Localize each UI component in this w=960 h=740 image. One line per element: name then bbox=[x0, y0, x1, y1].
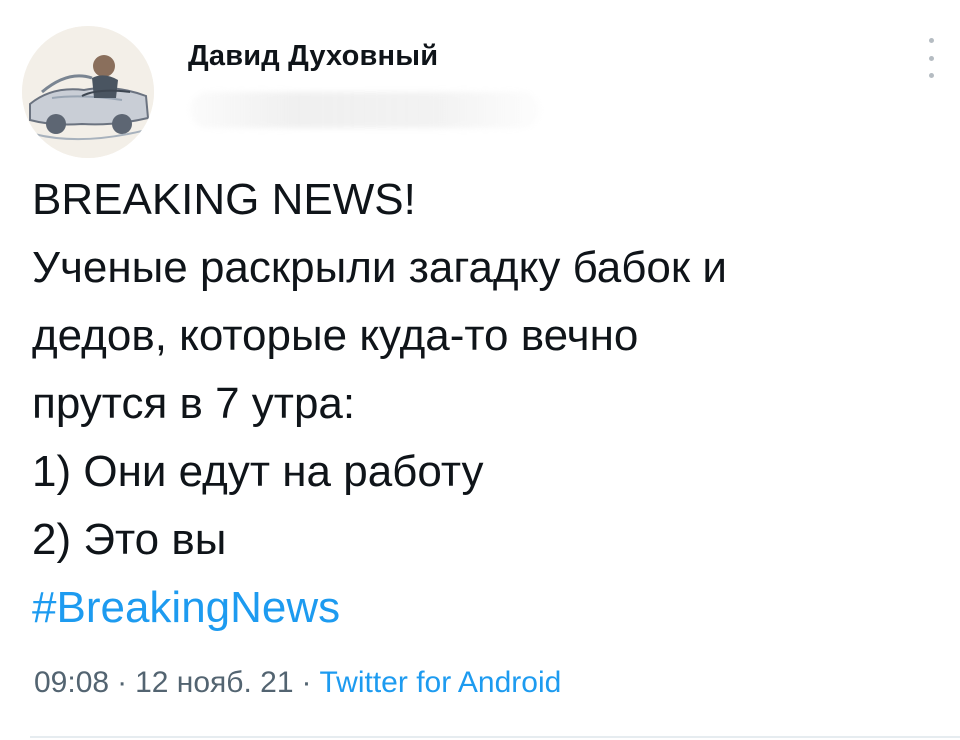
divider bbox=[30, 736, 960, 738]
tweet-text: BREAKING NEWS! Ученые раскрыли загадку б… bbox=[32, 166, 932, 642]
tweet-line: прутся в 7 утра: bbox=[32, 379, 356, 428]
tweet-line: 1) Они едут на работу bbox=[32, 447, 484, 496]
meta-separator: · bbox=[301, 666, 312, 699]
tweet-line: Ученые раскрыли загадку бабок и bbox=[32, 243, 727, 292]
tweet-time: 09:08 bbox=[34, 666, 110, 699]
dot bbox=[928, 73, 934, 78]
avatar[interactable] bbox=[22, 26, 154, 158]
tweet-meta: 09:08 · 12 нояб. 21 · Twitter for Android bbox=[34, 666, 561, 700]
tweet-line: 2) Это вы bbox=[32, 515, 227, 564]
tweet-line: BREAKING NEWS! bbox=[32, 175, 416, 224]
tweet-date: 12 нояб. 21 bbox=[135, 666, 294, 699]
dot bbox=[928, 55, 934, 61]
hashtag-link[interactable]: #BreakingNews bbox=[32, 574, 932, 642]
source-link[interactable]: Twitter for Android bbox=[320, 666, 562, 699]
tweet-card[interactable]: Давид Духовный BREAKING NEWS! Ученые рас… bbox=[0, 0, 960, 740]
author-name[interactable]: Давид Духовный bbox=[188, 40, 438, 73]
author-handle-redacted bbox=[190, 92, 540, 128]
meta-separator: · bbox=[117, 666, 128, 699]
dot bbox=[928, 38, 934, 43]
tweet-line: дедов, которые куда-то вечно bbox=[32, 311, 639, 360]
more-vertical-icon[interactable] bbox=[920, 38, 942, 78]
